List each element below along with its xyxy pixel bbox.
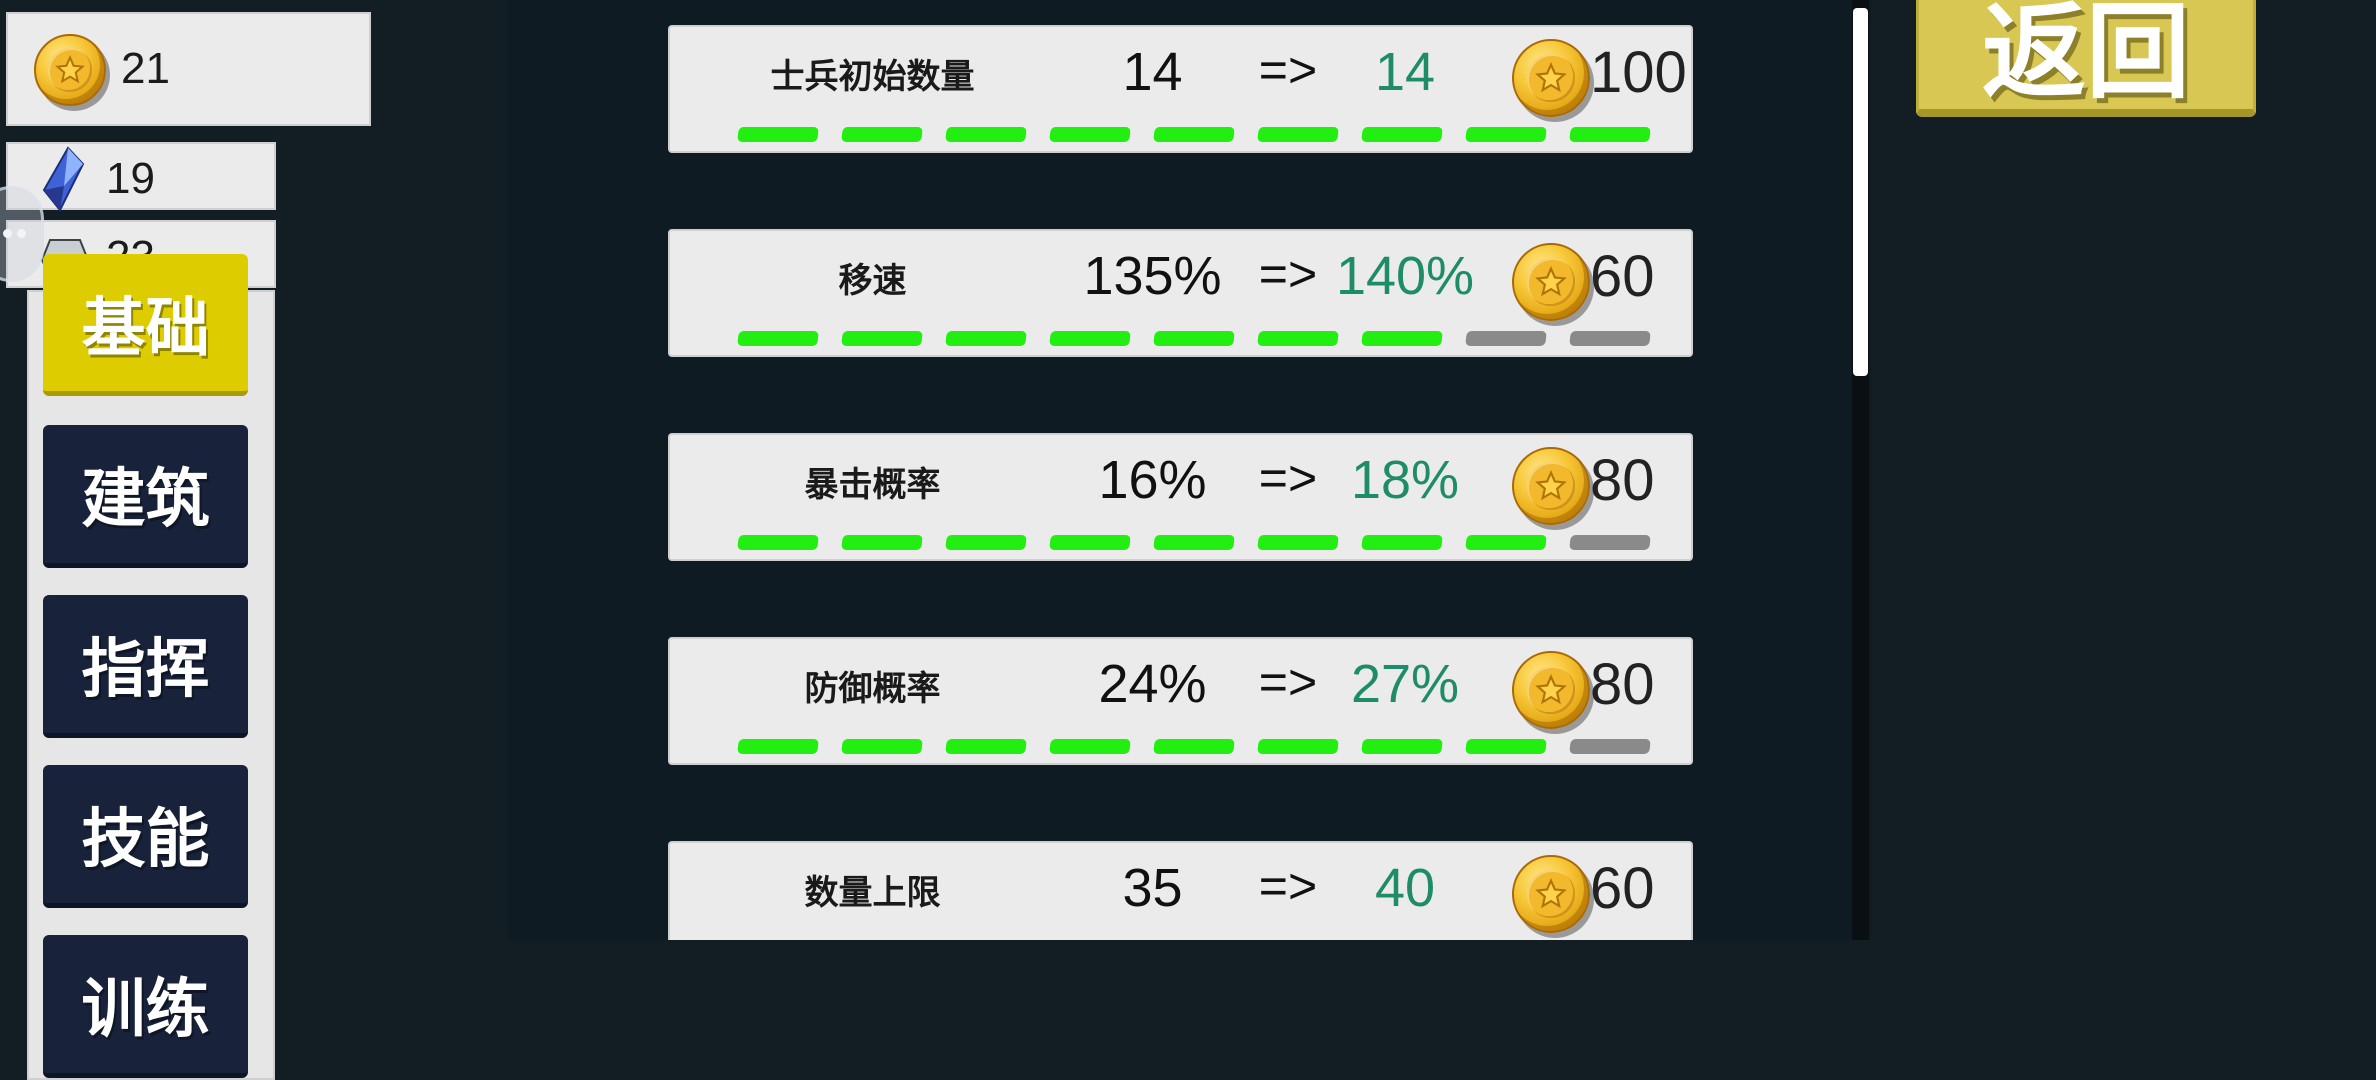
level-pip-filled xyxy=(1257,739,1339,754)
upgrade-cost[interactable]: 80 xyxy=(1590,651,1655,718)
current-value: 24% xyxy=(1098,654,1207,714)
level-pip-filled xyxy=(945,127,1027,142)
tab-basic[interactable]: 基础 xyxy=(43,254,248,396)
upgrade-row[interactable]: 士兵初始数量 14 => 14 100 xyxy=(668,25,1693,153)
upgrade-arrow: => xyxy=(1258,858,1318,914)
floating-assist-button[interactable] xyxy=(0,186,44,282)
level-pip-filled xyxy=(841,739,923,754)
gold-coin-icon xyxy=(34,34,106,106)
level-pip-filled xyxy=(1049,535,1131,550)
level-pip-empty xyxy=(1569,331,1651,346)
current-value: 16% xyxy=(1098,450,1207,510)
level-pip-filled xyxy=(1257,535,1339,550)
level-pip-filled xyxy=(1049,127,1131,142)
next-value: 140% xyxy=(1335,246,1475,306)
level-pip-filled xyxy=(737,535,819,550)
gold-amount: 21 xyxy=(121,44,170,93)
upgrade-arrow: => xyxy=(1258,42,1318,98)
tab-building[interactable]: 建筑 xyxy=(43,425,248,568)
upgrade-cost[interactable]: 60 xyxy=(1590,855,1655,922)
level-pip-filled xyxy=(1257,331,1339,346)
level-pip-filled xyxy=(1361,127,1443,142)
upgrade-cost[interactable]: 100 xyxy=(1590,39,1687,106)
upgrade-arrow: => xyxy=(1258,450,1318,506)
gold-counter: 21 xyxy=(6,12,371,126)
level-pip-filled xyxy=(841,535,923,550)
next-value: 27% xyxy=(1350,654,1460,714)
upgrade-name: 暴击概率 xyxy=(804,465,941,505)
level-pip-filled xyxy=(737,739,819,754)
level-pip-filled xyxy=(1361,535,1443,550)
level-progress xyxy=(737,331,1651,346)
upgrade-row[interactable]: 暴击概率 16% => 18% 80 xyxy=(668,433,1693,561)
level-pip-filled xyxy=(1465,739,1547,754)
level-progress xyxy=(737,535,1651,550)
current-value: 14 xyxy=(1122,42,1183,102)
tab-command[interactable]: 指挥 xyxy=(43,595,248,738)
tab-skill[interactable]: 技能 xyxy=(43,765,248,908)
level-pip-empty xyxy=(1569,535,1651,550)
gold-coin-icon[interactable] xyxy=(1512,243,1590,321)
upgrade-name: 数量上限 xyxy=(804,873,941,913)
level-pip-filled xyxy=(1257,127,1339,142)
level-pip-empty xyxy=(1569,739,1651,754)
gold-coin-icon[interactable] xyxy=(1512,39,1590,117)
level-pip-filled xyxy=(1465,535,1547,550)
upgrade-name: 移速 xyxy=(838,261,907,301)
crystal-amount: 19 xyxy=(106,154,155,203)
level-pip-filled xyxy=(1153,127,1235,142)
tab-training[interactable]: 训练 xyxy=(43,935,248,1078)
upgrade-arrow: => xyxy=(1258,654,1318,710)
level-pip-filled xyxy=(1049,331,1131,346)
level-pip-filled xyxy=(1361,331,1443,346)
level-progress xyxy=(737,127,1651,142)
current-value: 135% xyxy=(1083,246,1222,306)
level-pip-filled xyxy=(1049,739,1131,754)
level-pip-empty xyxy=(1465,331,1547,346)
upgrade-cost[interactable]: 80 xyxy=(1590,447,1655,514)
level-pip-filled xyxy=(841,127,923,142)
level-pip-filled xyxy=(1153,535,1235,550)
scrollbar-thumb[interactable] xyxy=(1853,8,1868,376)
level-pip-filled xyxy=(945,331,1027,346)
next-value: 14 xyxy=(1374,42,1436,102)
upgrade-row[interactable]: 数量上限 35 => 40 60 xyxy=(668,841,1693,940)
level-pip-filled xyxy=(1361,739,1443,754)
level-pip-filled xyxy=(1153,331,1235,346)
gold-coin-icon[interactable] xyxy=(1512,855,1590,933)
level-pip-filled xyxy=(945,535,1027,550)
level-pip-filled xyxy=(945,739,1027,754)
gold-coin-icon[interactable] xyxy=(1512,651,1590,729)
upgrade-arrow: => xyxy=(1258,246,1318,302)
current-value: 35 xyxy=(1122,858,1183,918)
level-progress xyxy=(737,739,1651,754)
level-pip-filled xyxy=(1569,127,1651,142)
upgrade-row[interactable]: 防御概率 24% => 27% 80 xyxy=(668,637,1693,765)
upgrade-list[interactable]: 士兵初始数量 14 => 14 100 移速 135% => 140% 60 暴击概率 16% => 18… xyxy=(508,0,1871,940)
level-pip-filled xyxy=(841,331,923,346)
level-pip-filled xyxy=(1153,739,1235,754)
level-pip-filled xyxy=(737,331,819,346)
level-pip-filled xyxy=(737,127,819,142)
upgrade-name: 士兵初始数量 xyxy=(770,57,975,97)
level-pip-filled xyxy=(1465,127,1547,142)
gold-coin-icon[interactable] xyxy=(1512,447,1590,525)
crystal-counter: 19 xyxy=(6,142,276,212)
next-value: 18% xyxy=(1350,450,1460,510)
upgrade-name: 防御概率 xyxy=(804,669,941,709)
upgrade-row[interactable]: 移速 135% => 140% 60 xyxy=(668,229,1693,357)
next-value: 40 xyxy=(1374,858,1436,918)
back-button[interactable]: 返回 xyxy=(1916,0,2256,117)
blue-crystal-icon xyxy=(42,146,85,212)
upgrade-cost[interactable]: 60 xyxy=(1590,243,1655,310)
